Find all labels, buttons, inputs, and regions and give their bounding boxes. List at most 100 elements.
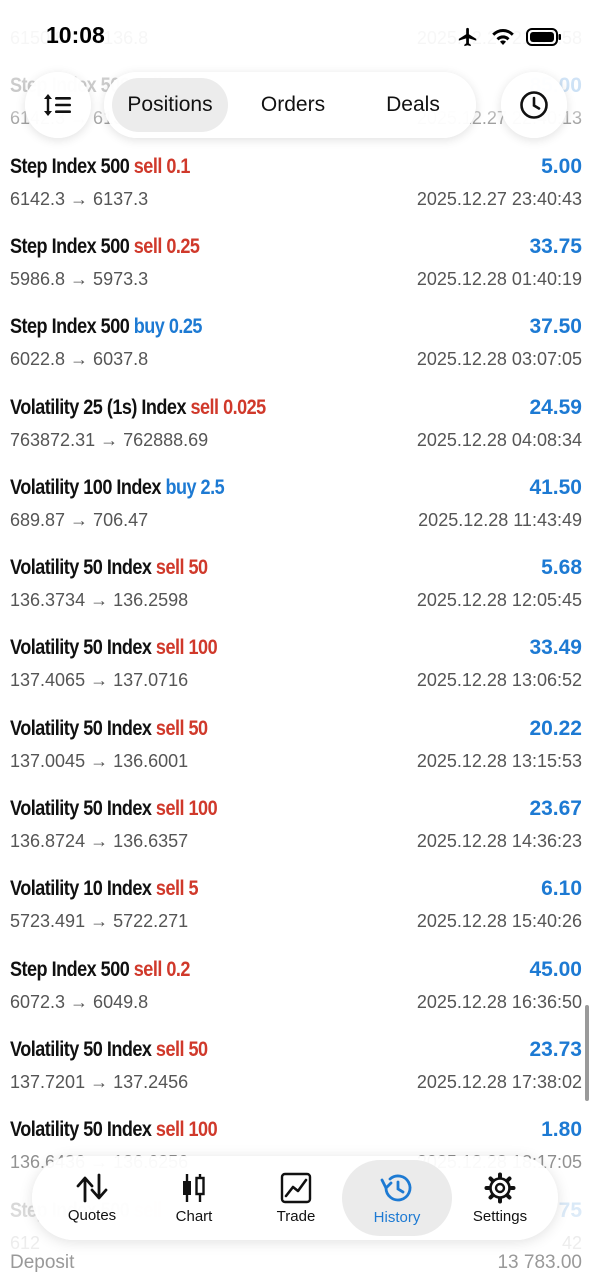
deal-row[interactable]: Volatility 25 (1s) Index sell 0.025 24.59… [0,390,592,470]
deal-side: buy [133,315,165,339]
clock-icon [520,91,548,119]
deal-volume: 50 [188,716,209,740]
deal-prices: 6072.3 → 6049.8 [10,991,149,1012]
deal-row[interactable]: Volatility 100 Index buy 2.5 41.50 689.87 … [0,470,592,550]
deal-side: sell [155,556,185,580]
deal-symbol: Volatility 50 Index [10,1118,152,1142]
deal-time: 2025.12.28 14:36:23 [416,831,582,851]
deal-volume: 0.25 [166,234,200,258]
deal-symbol: Volatility 100 Index [10,475,161,499]
tab-deals[interactable]: Deals [356,78,470,132]
deal-prices: 136.8724 → 136.6357 [10,831,189,851]
deal-profit: 33.49 [529,636,582,660]
deal-volume: 100 [188,636,218,660]
deal-volume: 2.5 [200,475,225,499]
deal-time: 2025.12.28 13:06:52 [416,670,582,691]
tab-trade-label: Trade [276,1207,316,1225]
tab-trade[interactable]: Trade [248,1156,344,1240]
deal-profit: 23.73 [529,1037,582,1061]
status-time: 10:08 [46,22,105,48]
bottom-tab-bar: Quotes Chart Trade History Settings [32,1156,558,1240]
deal-volume: 0.025 [223,395,266,419]
deal-row[interactable]: Volatility 50 Index sell 100 33.49 137.406… [0,630,592,710]
deal-row[interactable]: Step Index 500 sell 0.2 45.00 6072.3 → 604… [0,952,592,1032]
deal-row[interactable]: Volatility 10 Index sell 5 6.10 5723.491 →… [0,871,592,951]
deal-profit: 6.10 [541,877,582,901]
deal-prices: 689.87 → 706.47 [10,509,149,530]
tab-history-label: History [373,1208,421,1226]
deal-row[interactable]: Volatility 50 Index sell 100 23.67 136.872… [0,791,592,871]
status-bar: 10:08 [0,0,592,64]
deal-side: sell [155,877,185,901]
deal-profit: 23.67 [529,797,582,820]
deal-volume: 0.2 [166,957,190,981]
deal-side: sell [133,957,163,981]
candlestick-icon [183,1173,205,1202]
deal-profit: 41.50 [529,475,582,499]
deal-prices: 137.0045 → 136.6001 [10,750,189,771]
tab-chart-label: Chart [175,1207,213,1225]
deal-profit: 1.80 [541,1118,582,1142]
deal-title: Volatility 50 Index sell 100 [10,797,218,821]
tab-quotes[interactable]: Quotes [44,1156,140,1240]
deal-volume: 0.25 [168,315,203,339]
history-clock-icon [380,1174,412,1201]
deal-prices: 6022.8 → 6037.8 [10,349,149,370]
deposit-label: Deposit [10,1252,75,1273]
deal-row[interactable]: Volatility 50 Index sell 50 5.68 136.3734 … [0,550,592,630]
tab-positions[interactable]: Positions [112,78,228,132]
tab-history[interactable]: History [342,1160,452,1236]
deal-prices: 137.4065 → 137.0716 [10,670,189,691]
wifi-icon [492,29,514,45]
deal-row[interactable]: Step Index 500 sell 0.1 5.00 6142.3 → 6137… [0,149,592,229]
deal-volume: 100 [188,1118,218,1142]
deal-symbol: Volatility 50 Index [10,636,152,660]
deal-volume: 0.1 [166,154,190,178]
deposit-row: Deposit 13 783.00 [0,1246,592,1280]
deal-prices: 6142.3 → 6137.3 [10,188,149,209]
deal-title: Volatility 10 Index sell 5 [10,877,199,901]
deal-symbol: Volatility 25 (1s) Index [10,395,186,419]
deal-title: Step Index 500 sell 0.1 [10,155,190,179]
deal-title: Volatility 50 Index sell 50 [10,1038,208,1062]
deal-side: sell [133,234,163,258]
deal-row[interactable]: Step Index 500 buy 0.25 37.50 6022.8 → 603… [0,309,592,389]
deal-row[interactable]: Volatility 50 Index sell 50 20.22 137.0045… [0,711,592,791]
tab-chart[interactable]: Chart [146,1156,242,1240]
sort-arrows-icon [76,1173,108,1202]
deal-volume: 50 [188,556,209,580]
deal-profit: 45.00 [529,957,582,981]
deal-time: 2025.12.28 04:08:34 [416,429,582,450]
deal-title: Step Index 500 buy 0.25 [10,315,202,339]
deal-prices: 137.7201 → 137.2456 [10,1071,189,1092]
deal-symbol: Step Index 500 [10,957,130,981]
tab-orders[interactable]: Orders [234,78,352,132]
deal-prices: 136.3734 → 136.2598 [10,590,189,611]
deal-time: 2025.12.28 13:15:53 [416,750,582,771]
sort-button[interactable] [25,72,91,138]
deal-title: Volatility 50 Index sell 50 [10,556,208,580]
period-button[interactable] [501,72,567,138]
battery-icon [526,28,561,46]
deal-profit: 24.59 [529,395,582,419]
tab-settings-label: Settings [472,1207,528,1225]
deal-symbol: Volatility 50 Index [10,716,152,740]
scroll-indicator[interactable] [585,1005,589,1101]
deal-volume: 5 [188,877,199,901]
deal-symbol: Volatility 10 Index [10,877,152,901]
status-icons [456,26,562,48]
deal-time: 2025.12.28 11:43:49 [418,509,582,530]
deal-volume: 100 [188,797,218,820]
deal-side: sell [190,395,219,419]
airplane-icon [458,27,477,47]
deal-symbol: Step Index 500 [10,234,130,258]
deal-time: 2025.12.28 12:05:45 [416,590,582,611]
deal-title: Volatility 50 Index sell 50 [10,717,208,741]
deal-row[interactable]: Step Index 500 sell 0.25 33.75 5986.8 → 59… [0,229,592,309]
deal-title: Volatility 100 Index buy 2.5 [10,475,225,500]
deal-side: buy [165,475,197,499]
tab-settings[interactable]: Settings [452,1156,548,1240]
deal-side: sell [155,636,185,660]
deal-time: 2025.12.28 01:40:19 [416,268,582,289]
deal-row[interactable]: Volatility 50 Index sell 50 23.73 137.7201… [0,1032,592,1112]
